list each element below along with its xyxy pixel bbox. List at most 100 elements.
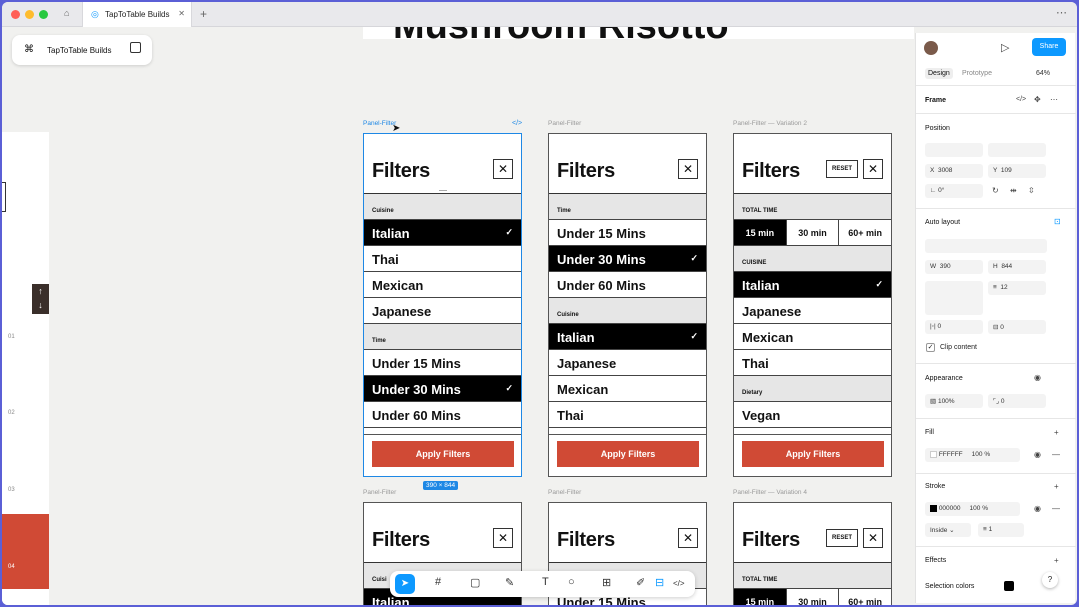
layout-direction-group[interactable] xyxy=(925,239,1047,253)
reset-button[interactable]: RESET xyxy=(826,160,858,178)
flip-vertical-icon[interactable]: ⇳ xyxy=(1028,186,1035,195)
close-button[interactable]: ✕ xyxy=(678,159,698,179)
close-button[interactable]: ✕ xyxy=(493,159,513,179)
design-mode-icon[interactable]: ⊟ xyxy=(655,576,664,589)
option-item[interactable]: Mexican xyxy=(364,272,521,298)
clip-content-checkbox[interactable]: ✓ xyxy=(926,343,935,352)
text-tool-icon[interactable]: T xyxy=(542,576,549,588)
component-icon[interactable]: ✥ xyxy=(1034,95,1041,104)
close-tab-icon[interactable]: ✕ xyxy=(178,9,185,18)
frame-label[interactable]: Panel-Filter xyxy=(363,489,396,496)
apply-filters-button[interactable]: Apply Filters xyxy=(742,441,884,467)
reset-button[interactable]: RESET xyxy=(826,529,858,547)
x-field[interactable]: X 3008 xyxy=(925,164,983,178)
sidebar-toggle-icon[interactable] xyxy=(130,42,141,53)
align-horizontal-group[interactable] xyxy=(925,143,983,157)
filter-panel-1[interactable]: Filters ✕ Cuisine Italian ✓ Thai Mexican … xyxy=(363,133,522,477)
opacity-field[interactable]: ▧ 100% xyxy=(925,394,983,408)
segment-option[interactable]: 15 min xyxy=(734,220,787,245)
segment-option[interactable]: 60+ min xyxy=(839,589,891,605)
auto-layout-settings-icon[interactable]: ⊡ xyxy=(1054,217,1061,226)
figma-logo-icon[interactable]: ⌘ xyxy=(24,44,34,55)
option-item[interactable]: Italian ✓ xyxy=(734,272,891,298)
draw-mode-icon[interactable]: ✐ xyxy=(636,576,645,589)
stroke-visibility-icon[interactable]: ◉ xyxy=(1034,504,1041,513)
filter-panel-3[interactable]: Filters RESET ✕ TOTAL TIME 15 min 30 min… xyxy=(733,133,892,477)
rotate-icon[interactable]: ↻ xyxy=(992,186,999,195)
align-vertical-group[interactable] xyxy=(988,143,1046,157)
height-field[interactable]: H 844 xyxy=(988,260,1046,274)
filter-panel-2[interactable]: Filters ✕ Time Under 15 Mins Under 30 Mi… xyxy=(548,133,707,477)
option-item[interactable]: Under 30 Mins ✓ xyxy=(549,246,706,272)
fill-visibility-icon[interactable]: ◉ xyxy=(1034,450,1041,459)
close-button[interactable]: ✕ xyxy=(863,159,883,179)
move-tool-icon[interactable]: ➤ xyxy=(395,574,415,594)
dev-mode-icon[interactable]: </> xyxy=(673,579,685,588)
option-item[interactable]: Italian ✓ xyxy=(364,220,521,246)
y-field[interactable]: Y 109 xyxy=(988,164,1046,178)
remove-stroke-icon[interactable]: — xyxy=(1052,504,1060,513)
maximize-window-icon[interactable] xyxy=(39,10,48,19)
segment-option[interactable]: 30 min xyxy=(787,220,840,245)
close-button[interactable]: ✕ xyxy=(678,528,698,548)
flip-horizontal-icon[interactable]: ⇹ xyxy=(1010,186,1017,195)
frame-label[interactable]: Panel-Filter — Variation 4 xyxy=(733,489,807,496)
zoom-level[interactable]: 64% xyxy=(1036,70,1050,77)
segment-option[interactable]: 15 min xyxy=(734,589,787,605)
horizontal-padding-field[interactable]: |◦| 0 xyxy=(925,320,983,334)
option-item[interactable]: Thai xyxy=(364,246,521,272)
minimize-window-icon[interactable] xyxy=(25,10,34,19)
filter-panel-6[interactable]: Filters RESET ✕ TOTAL TIME 15 min 30 min… xyxy=(733,502,892,605)
present-icon[interactable]: ▷ xyxy=(1001,41,1009,54)
remove-fill-icon[interactable]: — xyxy=(1052,450,1060,459)
option-item[interactable]: Under 15 Mins xyxy=(549,220,706,246)
avatar[interactable] xyxy=(924,41,938,55)
option-item[interactable]: Japanese xyxy=(549,350,706,376)
help-button[interactable]: ? xyxy=(1042,572,1058,588)
arrow-up-icon[interactable]: ↑ xyxy=(32,284,49,298)
corner-radius-field[interactable]: ⌜⌟ 0 xyxy=(988,394,1046,408)
stroke-field[interactable]: 000000 100 % xyxy=(925,502,1020,516)
apply-filters-button[interactable]: Apply Filters xyxy=(557,441,699,467)
option-item[interactable]: Mexican xyxy=(734,324,891,350)
tab-taptotable[interactable]: ◎ TapToTable Builds ✕ xyxy=(82,2,192,27)
design-canvas[interactable]: Mushroom Risotto ⌘ TapToTable Builds ↑ ↓… xyxy=(2,27,914,605)
frame-tool-icon[interactable]: # xyxy=(435,576,441,588)
frame-label[interactable]: Panel-Filter xyxy=(548,120,581,127)
vertical-padding-field[interactable]: ⊟ 0 xyxy=(988,320,1046,334)
apply-filters-button[interactable]: Apply Filters xyxy=(372,441,514,467)
tab-design[interactable]: Design xyxy=(925,68,953,79)
project-card[interactable]: ⌘ TapToTable Builds xyxy=(12,35,152,65)
segment-option[interactable]: 30 min xyxy=(787,589,840,605)
pen-tool-icon[interactable]: ✎ xyxy=(505,576,514,589)
option-item[interactable]: Japanese xyxy=(734,298,891,324)
option-item[interactable]: Under 30 Mins ✓ xyxy=(364,376,521,402)
home-icon[interactable]: ⌂ xyxy=(64,8,69,18)
tab-prototype[interactable]: Prototype xyxy=(962,70,992,77)
option-item[interactable]: Thai xyxy=(734,350,891,376)
close-button[interactable]: ✕ xyxy=(493,528,513,548)
reorder-arrows[interactable]: ↑ ↓ xyxy=(32,284,49,314)
option-item[interactable]: Under 15 Mins xyxy=(364,350,521,376)
gap-field[interactable]: ≡ 12 xyxy=(988,281,1046,295)
frame-label[interactable]: Panel-Filter xyxy=(548,489,581,496)
rotation-field[interactable]: ∟ 0° xyxy=(925,184,983,198)
code-icon[interactable]: </> xyxy=(1016,96,1026,103)
arrow-down-icon[interactable]: ↓ xyxy=(32,298,49,312)
add-stroke-icon[interactable]: + xyxy=(1054,482,1059,491)
option-item[interactable]: Under 60 Mins xyxy=(364,402,521,428)
alignment-grid[interactable] xyxy=(925,281,983,315)
option-item[interactable]: Mexican xyxy=(549,376,706,402)
option-item[interactable]: Japanese xyxy=(364,298,521,324)
close-window-icon[interactable] xyxy=(11,10,20,19)
add-effect-icon[interactable]: + xyxy=(1054,556,1059,565)
option-item[interactable]: Under 60 Mins xyxy=(549,272,706,298)
visibility-icon[interactable]: ◉ xyxy=(1034,373,1041,382)
width-field[interactable]: W 390 xyxy=(925,260,983,274)
new-tab-icon[interactable]: + xyxy=(200,7,207,21)
fill-field[interactable]: FFFFFF 100 % xyxy=(925,448,1020,462)
more-icon[interactable]: ⋯ xyxy=(1056,6,1067,19)
segment-option[interactable]: 60+ min xyxy=(839,220,891,245)
more-options-icon[interactable]: ⋯ xyxy=(1050,95,1058,104)
add-fill-icon[interactable]: + xyxy=(1054,428,1059,437)
